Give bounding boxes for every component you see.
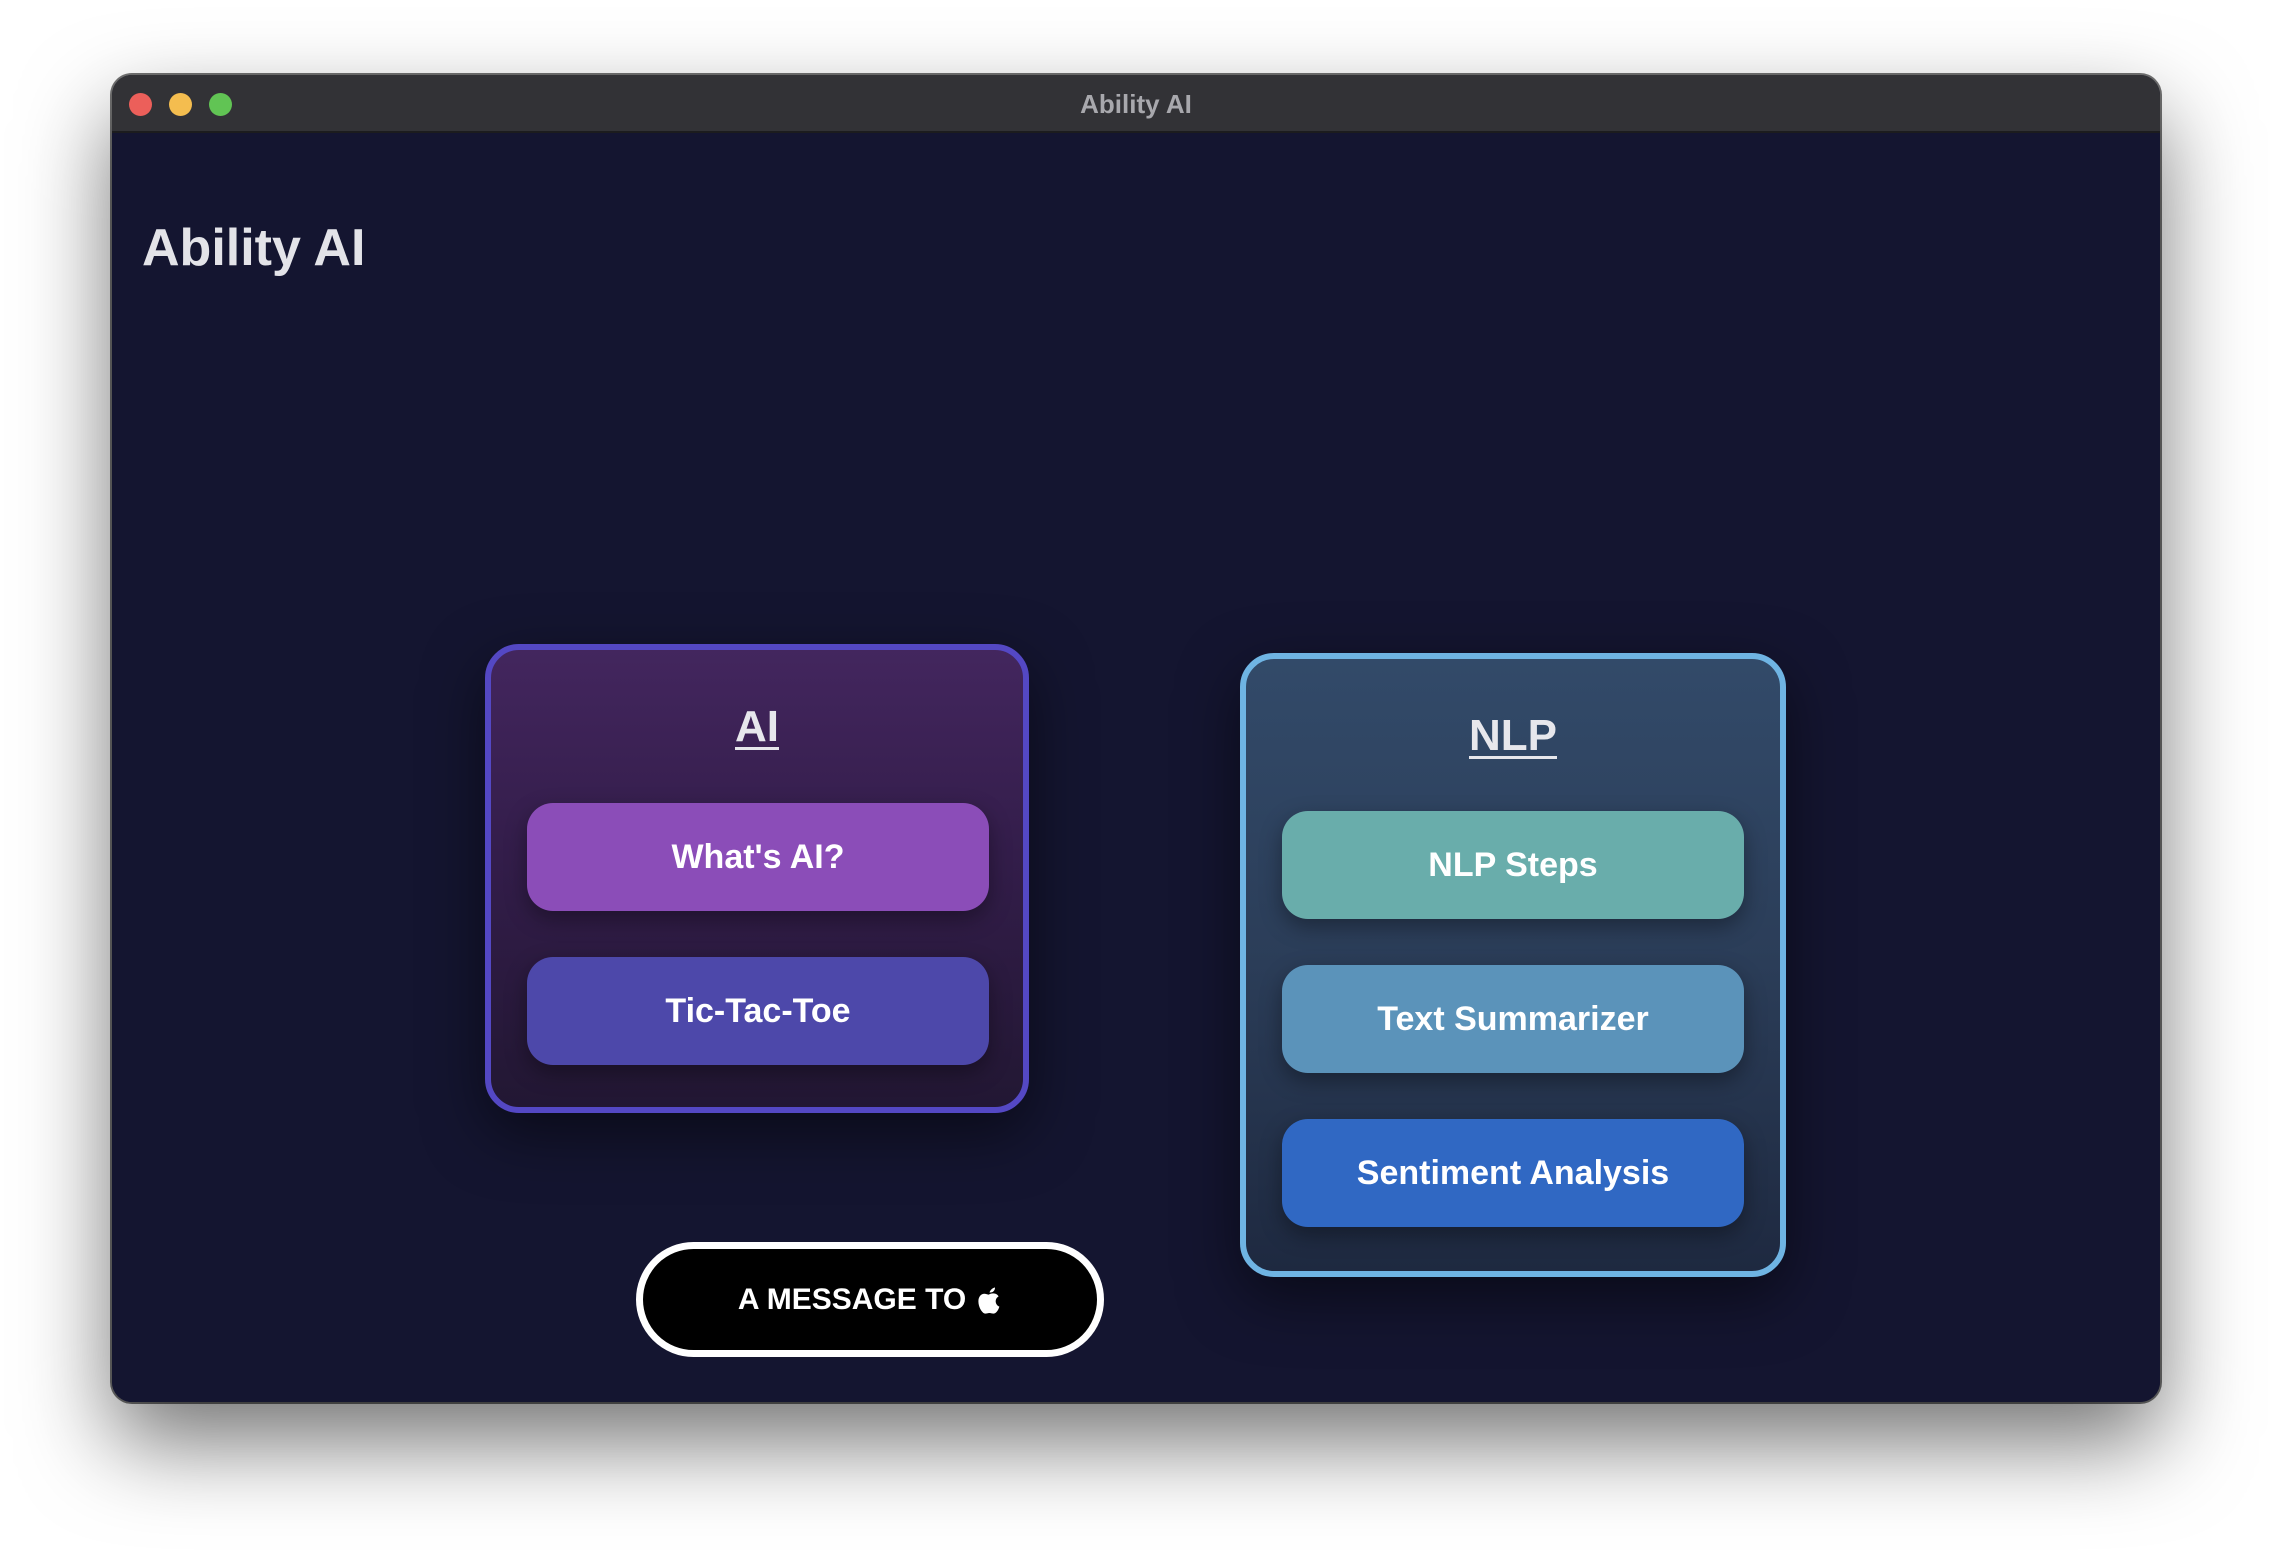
main-content: Ability AI AI What's AI? Tic-Tac-Toe A M… [112,133,2160,1402]
message-button-label: A MESSAGE TO [737,1282,967,1316]
message-to-apple-button[interactable]: A MESSAGE TO [636,1242,1104,1357]
window-title: Ability AI [1080,89,1192,119]
title-bar: Ability AI [112,75,2160,133]
sentiment-analysis-button[interactable]: Sentiment Analysis [1282,1119,1744,1227]
app-heading: Ability AI [142,219,366,277]
whats-ai-button[interactable]: What's AI? [527,803,989,911]
nlp-card-title: NLP [1469,711,1557,760]
apple-logo-icon [978,1287,1000,1314]
ai-card-title: AI [735,702,779,751]
ai-card: AI What's AI? Tic-Tac-Toe [485,644,1029,1113]
nlp-card: NLP NLP Steps Text Summarizer Sentiment … [1240,653,1786,1277]
app-window: Ability AI Ability AI AI What's AI? Tic-… [112,75,2160,1402]
text-summarizer-button[interactable]: Text Summarizer [1282,965,1744,1073]
nlp-steps-button[interactable]: NLP Steps [1282,811,1744,919]
tic-tac-toe-button[interactable]: Tic-Tac-Toe [527,957,989,1065]
